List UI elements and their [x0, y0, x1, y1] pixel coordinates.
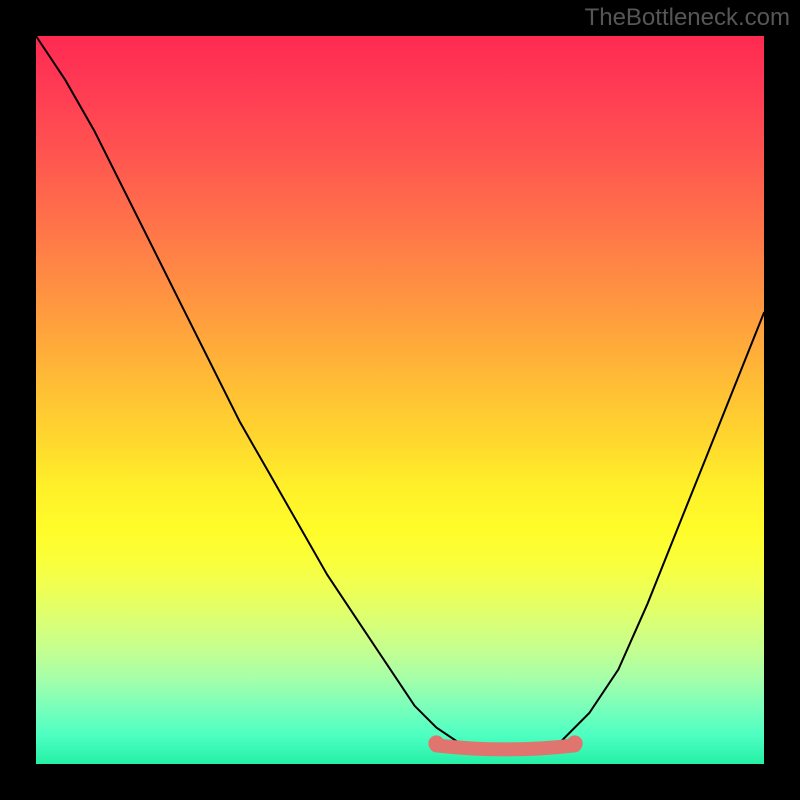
- bottleneck-curve: [36, 36, 764, 749]
- curve-svg: [36, 36, 764, 764]
- right-corner-dot: [567, 735, 583, 751]
- minimum-segment: [436, 745, 574, 749]
- plot-area: [36, 36, 764, 764]
- chart-container: TheBottleneck.com: [0, 0, 800, 800]
- left-corner-dot: [428, 735, 444, 751]
- watermark-text: TheBottleneck.com: [585, 4, 790, 32]
